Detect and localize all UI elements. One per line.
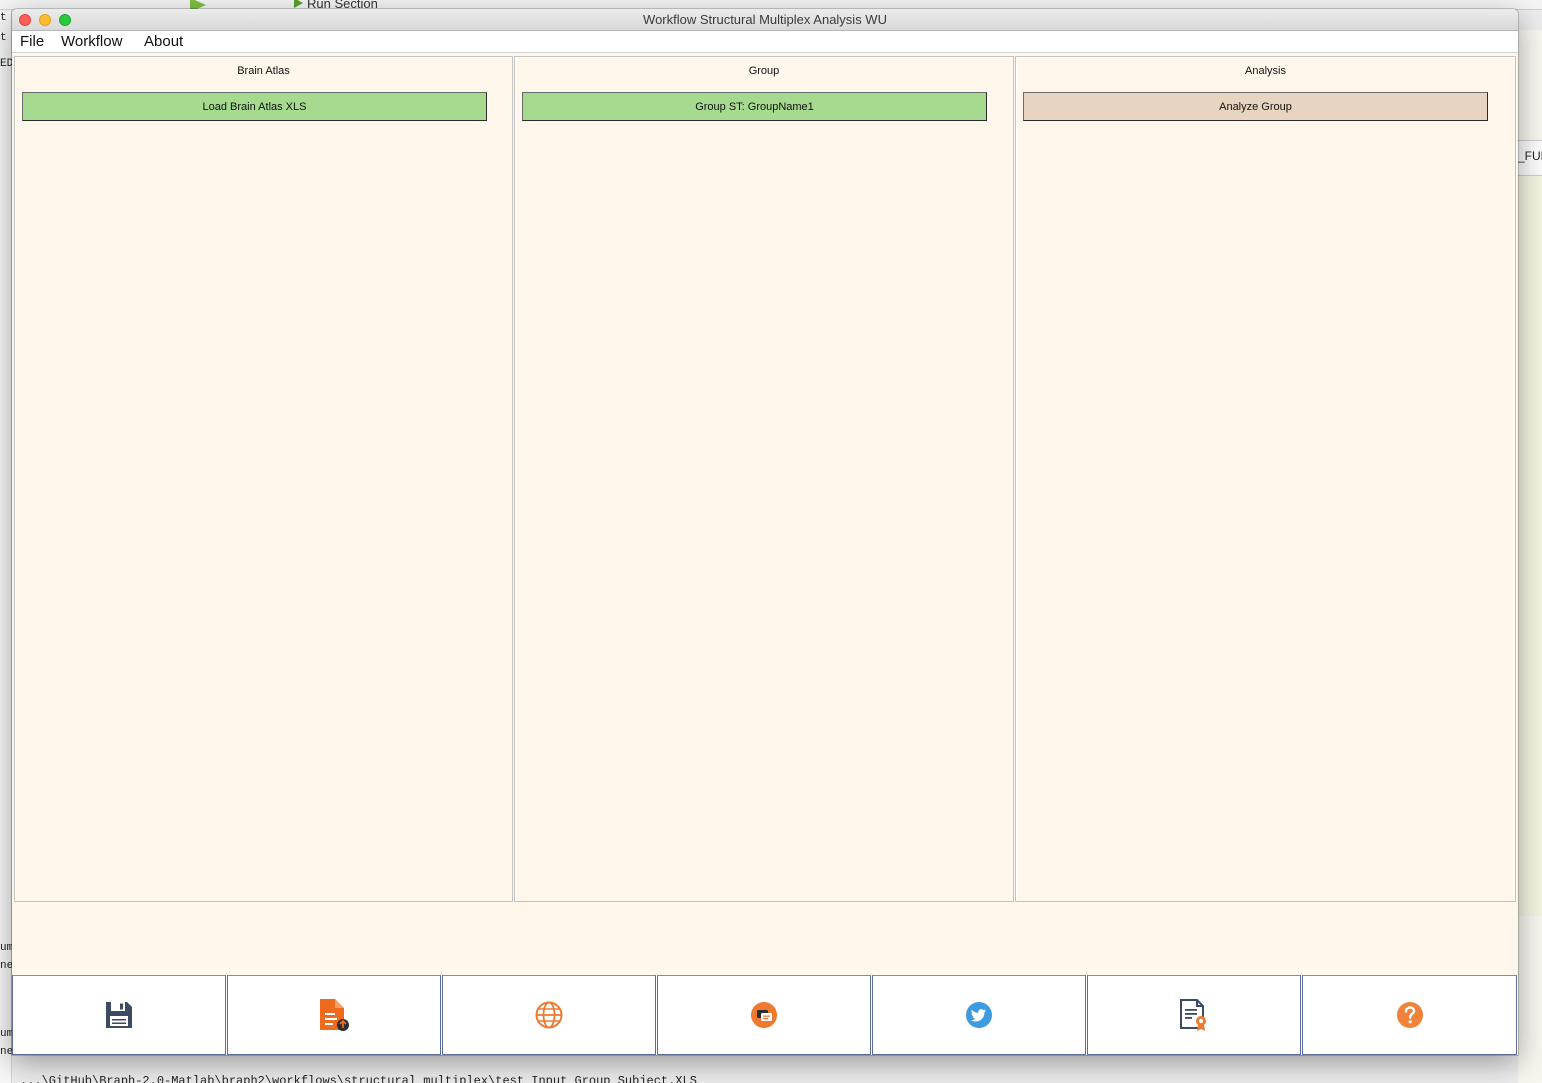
license-icon: [1180, 999, 1206, 1031]
menu-bar: File Workflow About: [12, 31, 1518, 53]
menu-about[interactable]: About: [144, 33, 183, 50]
license-button[interactable]: [1087, 975, 1301, 1055]
play-icon: [294, 0, 303, 8]
brain-atlas-panel: Brain Atlas Load Brain Atlas XLS: [14, 56, 513, 902]
analysis-panel: Analysis Analyze Group: [1015, 56, 1516, 902]
analyze-group-button[interactable]: Analyze Group: [1023, 92, 1488, 121]
background-left-pane: t t ED um ne um ne: [0, 10, 13, 1083]
group-panel-title: Group: [748, 65, 780, 77]
window-titlebar[interactable]: Workflow Structural Multiplex Analysis W…: [12, 9, 1518, 31]
twitter-button[interactable]: [872, 975, 1086, 1055]
forum-icon: [751, 1002, 777, 1028]
window-title: Workflow Structural Multiplex Analysis W…: [643, 12, 887, 27]
save-button[interactable]: [12, 975, 226, 1055]
twitter-icon: [966, 1002, 992, 1028]
menu-workflow[interactable]: Workflow: [61, 33, 122, 50]
brain-atlas-panel-title: Brain Atlas: [237, 65, 290, 77]
workflow-window: Workflow Structural Multiplex Analysis W…: [12, 9, 1518, 1055]
document-icon: [320, 999, 349, 1031]
background-command-line: ...\GitHub\Braph-2.0-Matlab\braph2\workf…: [20, 1074, 697, 1083]
open-document-button[interactable]: [227, 975, 441, 1055]
background-text-fragment: t: [0, 12, 7, 24]
background-right-pane: _FUN: [1518, 30, 1542, 1083]
status-area: [12, 902, 1518, 974]
background-text-fragment: t: [0, 32, 7, 44]
analysis-panel-title: Analysis: [1245, 65, 1286, 77]
bottom-toolbar: [12, 975, 1518, 1055]
group-button[interactable]: Group ST: GroupName1: [522, 92, 987, 121]
forum-button[interactable]: [657, 975, 871, 1055]
website-button[interactable]: [442, 975, 656, 1055]
help-button[interactable]: [1302, 975, 1517, 1055]
globe-icon: [535, 1001, 563, 1029]
background-column-header: _FUN: [1518, 140, 1542, 176]
background-editor-area: [1518, 176, 1542, 916]
menu-file[interactable]: File: [20, 33, 44, 50]
save-icon: [106, 1002, 132, 1028]
group-panel: Group Group ST: GroupName1: [514, 56, 1014, 902]
help-icon: [1396, 1002, 1423, 1028]
load-brain-atlas-button[interactable]: Load Brain Atlas XLS: [22, 92, 487, 121]
